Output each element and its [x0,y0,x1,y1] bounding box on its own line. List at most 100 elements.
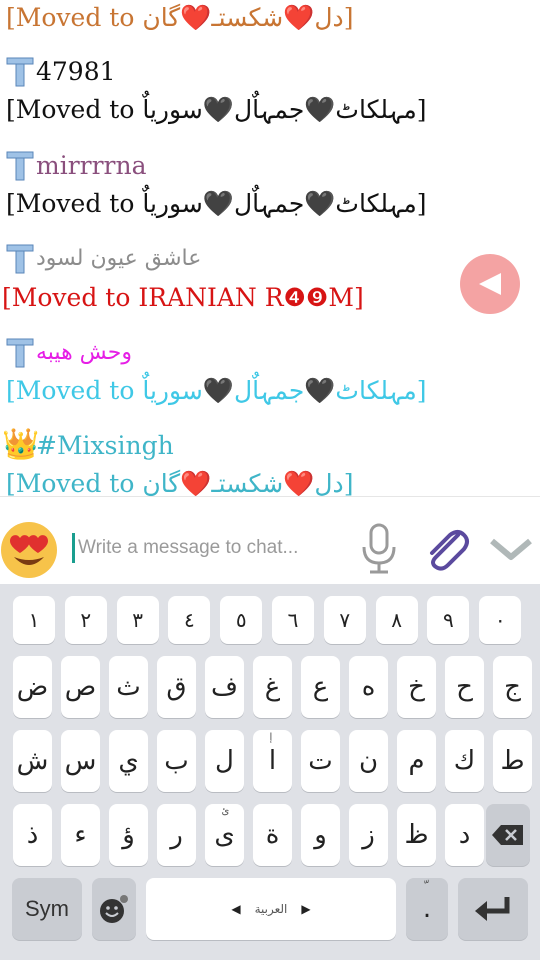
message-sender[interactable]: وحش هيبه [36,337,132,369]
letter-key[interactable]: غ [253,656,292,718]
key-label: و [314,820,327,850]
letter-key[interactable]: ب [157,730,196,792]
number-key[interactable]: ١ [13,596,55,644]
symbols-key-label: Sym [25,896,69,921]
backspace-key[interactable] [486,804,530,866]
letter-key[interactable]: ش [13,730,52,792]
number-key[interactable]: ٥ [220,596,263,644]
letter-key[interactable]: ت [301,730,340,792]
user-rank-t-icon [6,57,34,87]
paperclip-icon [430,530,469,571]
key-label: ع [312,672,329,702]
message-text: [Moved to دل❤️شکستـ❤️گان] [6,469,354,496]
message-sender[interactable]: mirrrrna [36,150,147,182]
collapse-keyboard-button[interactable] [486,531,536,567]
letter-key[interactable]: ع [301,656,340,718]
number-key[interactable]: ٩ [427,596,470,644]
key-label: م [408,746,425,776]
letter-key[interactable]: ن [349,730,388,792]
letter-key[interactable]: خ [397,656,436,718]
key-label: ز [362,820,375,850]
user-rank-t-icon [6,244,34,274]
letter-key[interactable]: ىئ [205,804,244,866]
letter-key[interactable]: ج [493,656,532,718]
key-label: ط [500,746,525,776]
letter-key[interactable]: ل [205,730,244,792]
letter-key[interactable]: ق [157,656,196,718]
emoji-button[interactable] [0,521,58,579]
left-arrow-icon: ◀ [231,902,241,916]
key-label: ٧ [339,608,351,632]
letter-key[interactable]: ذ [13,804,52,866]
right-arrow-icon: ▶ [301,902,311,916]
key-label: ن [358,746,379,776]
key-hint: ئ [221,806,230,817]
number-key[interactable]: ٢ [64,596,107,644]
key-label: ظ [404,820,429,850]
letter-key[interactable]: ر [157,804,196,866]
microphone-button[interactable] [358,523,400,575]
key-label: ذ [26,820,39,850]
letter-key[interactable]: ح [445,656,484,718]
enter-key[interactable] [458,878,528,940]
letter-key[interactable]: ؤ [109,804,148,866]
letter-key[interactable]: ء [61,804,100,866]
number-key[interactable]: ٦ [272,596,314,644]
letter-key[interactable]: د [445,804,484,866]
key-label: ١ [28,608,40,632]
message-sender[interactable]: عاشق عیون لسود [36,243,201,275]
letter-key[interactable]: اإ [253,730,292,792]
key-label: ٣ [132,608,143,632]
key-label: غ [264,672,281,702]
key-label: ء [74,820,87,850]
letter-key[interactable]: ه [349,656,388,718]
letter-key[interactable]: ز [349,804,388,866]
letter-key[interactable]: ط [493,730,532,792]
message-sender[interactable]: #Mixsingh [36,430,174,462]
number-key[interactable]: ٣ [116,596,159,644]
symbols-key[interactable]: Sym [12,878,82,940]
message-sender[interactable]: 47981 [36,56,116,88]
period-key[interactable]: ّ . [406,878,448,940]
key-label: ه [361,672,376,702]
key-label: ٥ [235,608,247,632]
arabic-keyboard: ١ ٢ ٣ ٤ ٥ ٦ ٧ ٨ ٩ ٠ ضصثقفغ ع ه خ ح ج شسيبل اإ تنمكط ذ ء ؤ ر ىئ ة… [0,584,540,960]
letter-key[interactable]: ظ [397,804,436,866]
user-rank-t-icon [6,151,34,181]
emoji-key[interactable] [92,878,136,940]
microphone-icon [362,523,396,574]
number-key[interactable]: ٤ [168,596,211,644]
letter-key[interactable]: ث [109,656,148,718]
key-label: ث [116,672,141,702]
attach-file-button[interactable] [420,523,472,575]
space-key[interactable]: ◀ العربية ▶ [146,878,396,940]
key-label: ى [214,820,235,850]
key-label: ٨ [391,608,402,632]
chevron-down-icon [490,538,532,560]
message-input[interactable] [72,533,342,563]
number-key[interactable]: ٨ [375,596,418,644]
letter-key[interactable]: ف [205,656,244,718]
message-text: [Moved to دل❤️شکستـ❤️گان] [6,3,354,32]
letter-key[interactable]: ك [445,730,484,792]
letter-key[interactable]: ي [109,730,148,792]
letter-key[interactable]: ة [253,804,292,866]
key-label: ؤ [122,820,135,850]
letter-key[interactable]: ص [61,656,100,718]
key-label: ح [456,672,473,702]
number-key[interactable]: ٧ [323,596,366,644]
number-key[interactable]: ٠ [479,596,522,644]
letter-key[interactable]: ض [13,656,52,718]
key-label: ت [308,746,333,776]
message-text: [Moved to مہلکاٹ🖤جمہاٌل🖤سوریاٌ] [6,95,427,124]
play-audio-button[interactable] [460,254,520,314]
letter-key[interactable]: س [61,730,100,792]
letter-key[interactable]: م [397,730,436,792]
key-label: ر [170,820,183,850]
letter-key[interactable]: و [301,804,340,866]
key-label: ب [164,746,189,776]
chat-message-list[interactable]: [Moved to دل❤️شکستـ❤️گان] 47981 [Moved t… [0,0,540,496]
key-label: ق [166,672,187,702]
key-label: ة [265,820,280,850]
key-label: ف [211,672,238,702]
